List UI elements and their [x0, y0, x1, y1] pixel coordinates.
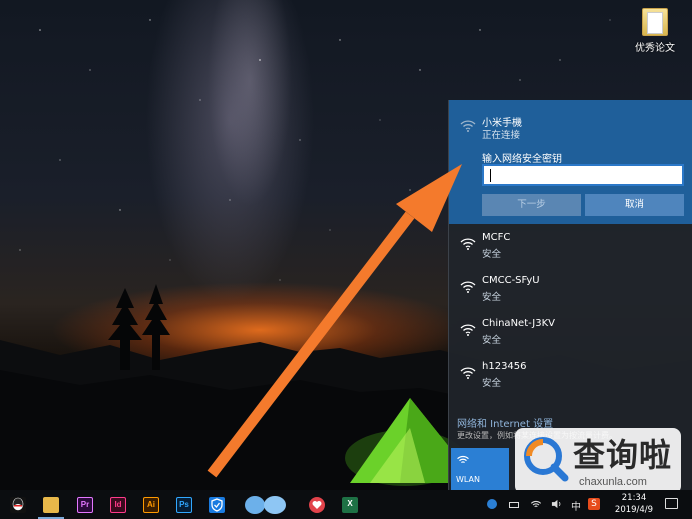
network-name: MCFC [482, 232, 511, 243]
indesign-icon[interactable]: Id [110, 497, 126, 513]
clock-time: 21:34 [621, 493, 647, 503]
network-item-h123456[interactable]: h123456 安全 [449, 357, 692, 400]
clock-date: 2019/4/9 [614, 505, 654, 515]
network-name: h123456 [482, 361, 527, 372]
wifi-signal-icon [460, 238, 476, 250]
network-status: 安全 [482, 292, 502, 303]
action-center-icon[interactable] [665, 498, 678, 509]
network-name: ChinaNet-J3KV [482, 318, 555, 329]
wlan-tile-label: WLAN [456, 475, 481, 484]
wlan-toggle-tile[interactable]: WLAN [451, 448, 509, 490]
blurred-app-icons [243, 495, 291, 515]
sogou-ime-icon[interactable]: S [588, 498, 600, 510]
tree-silhouette [108, 284, 170, 370]
desktop-folder-item[interactable]: 优秀论文 [627, 8, 683, 54]
watermark-title: 查询啦 [573, 436, 673, 474]
shield-app-icon[interactable] [209, 497, 225, 513]
qq-icon[interactable] [10, 497, 26, 513]
volume-icon[interactable] [551, 499, 562, 509]
network-status: 正在连接 [482, 130, 521, 141]
text-caret [490, 168, 491, 182]
network-status: 安全 [482, 378, 502, 389]
watermark-url: chaxunla.com [579, 476, 647, 488]
wifi-signal-icon [460, 367, 476, 379]
desktop-folder-label: 优秀论文 [635, 43, 675, 54]
search-magnifier-logo-icon [524, 437, 569, 482]
network-name: CMCC-SFyU [482, 275, 540, 286]
wifi-tray-icon[interactable] [530, 499, 542, 509]
wifi-signal-icon [460, 281, 476, 293]
cancel-button[interactable]: 取消 [585, 194, 684, 216]
glowing-tent [345, 398, 460, 486]
network-item-chinanet[interactable]: ChinaNet-J3KV 安全 [449, 314, 692, 357]
wifi-icon [457, 455, 469, 464]
folder-icon [642, 8, 668, 36]
taskbar: Pr Id Ai Ps X 中 S 21:34 2019/4/9 [0, 490, 692, 519]
wifi-signal-icon [460, 324, 476, 336]
network-item-cmcc[interactable]: CMCC-SFyU 安全 [449, 271, 692, 314]
premiere-icon[interactable]: Pr [77, 497, 93, 513]
password-label: 输入网络安全密钥 [482, 154, 562, 165]
file-explorer-icon[interactable] [43, 497, 59, 513]
network-status: 安全 [482, 335, 502, 346]
heart-app-icon[interactable] [309, 497, 325, 513]
photoshop-icon[interactable]: Ps [176, 497, 192, 513]
site-watermark: 查询啦 chaxunla.com [515, 428, 681, 494]
ime-indicator[interactable]: 中 [571, 498, 581, 513]
network-item-mcfc[interactable]: MCFC 安全 [449, 228, 692, 271]
battery-icon[interactable] [509, 502, 519, 508]
network-item-connecting[interactable]: 小米手機 正在连接 输入网络安全密钥 下一步 取消 [449, 100, 692, 224]
clock[interactable]: 21:34 2019/4/9 [606, 492, 662, 516]
wifi-signal-icon [460, 120, 476, 132]
illustrator-icon[interactable]: Ai [143, 497, 159, 513]
next-button[interactable]: 下一步 [482, 194, 581, 216]
security-tray-icon[interactable] [487, 499, 497, 509]
excel-icon[interactable]: X [342, 497, 358, 513]
network-key-input[interactable] [482, 164, 684, 186]
network-status: 安全 [482, 249, 502, 260]
